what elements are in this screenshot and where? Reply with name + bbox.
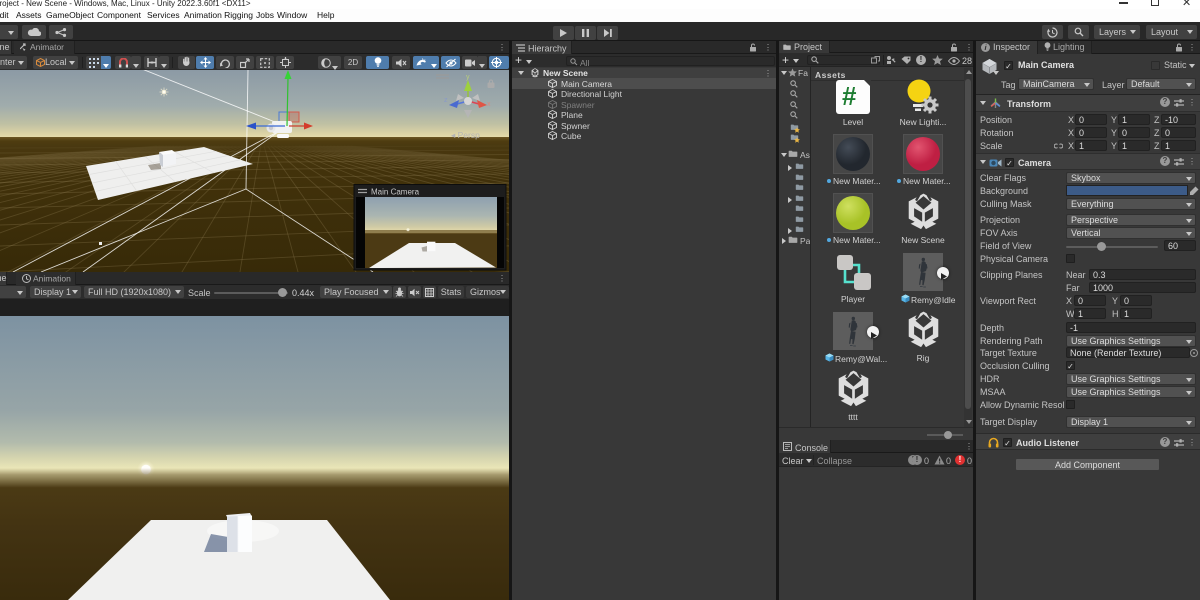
svg-text:◂ Persp: ◂ Persp	[451, 130, 480, 140]
svg-text:y: y	[466, 74, 470, 81]
svg-text:x: x	[487, 101, 491, 108]
svg-text:z: z	[444, 97, 448, 104]
svg-text:Main Camera: Main Camera	[371, 188, 420, 197]
